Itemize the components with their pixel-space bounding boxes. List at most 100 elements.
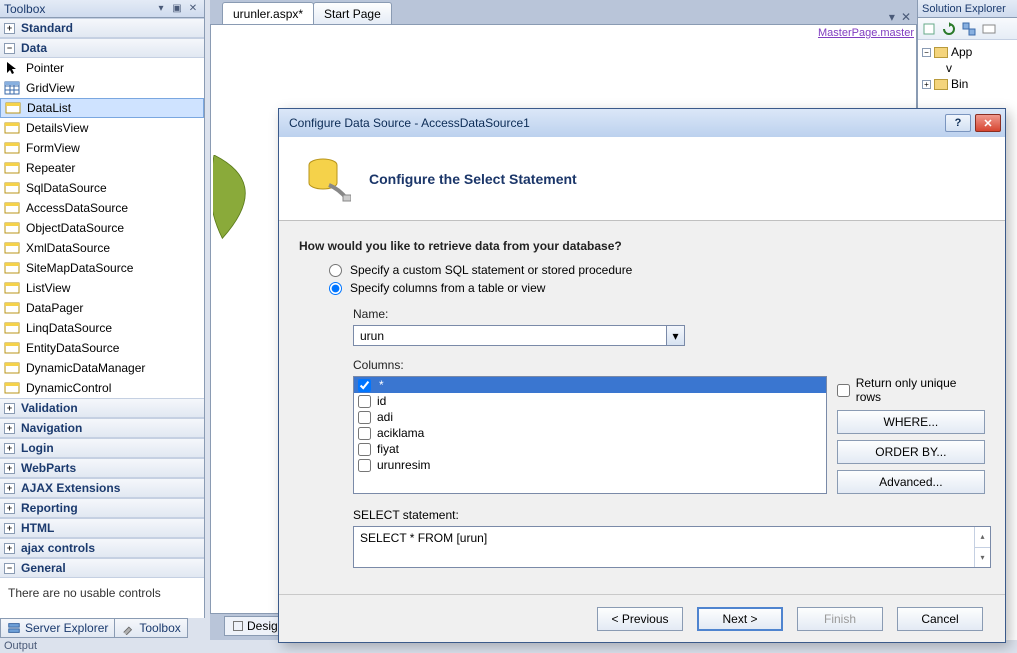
tab-close-icon[interactable]: ✕ — [901, 10, 911, 24]
group-ajaxcontrols[interactable]: +ajax controls — [0, 538, 204, 558]
tool-objectdatasource[interactable]: ObjectDataSource — [0, 218, 204, 238]
column-id[interactable]: id — [354, 393, 826, 409]
plus-icon: + — [4, 403, 15, 414]
down-icon[interactable]: ▾ — [975, 548, 990, 568]
group-webparts[interactable]: +WebParts — [0, 458, 204, 478]
plus-icon: + — [4, 23, 15, 34]
group-validation[interactable]: +Validation — [0, 398, 204, 418]
refresh-icon[interactable] — [940, 20, 958, 38]
tool-accessdatasource[interactable]: AccessDataSource — [0, 198, 204, 218]
properties-icon[interactable] — [920, 20, 938, 38]
tab-urunler[interactable]: urunler.aspx* — [222, 2, 314, 24]
plus-icon: + — [4, 543, 15, 554]
tool-sitemapdatasource[interactable]: SiteMapDataSource — [0, 258, 204, 278]
tree-node-v[interactable]: v — [920, 60, 1015, 76]
tool-detailsview[interactable]: DetailsView — [0, 118, 204, 138]
tool-gridview[interactable]: GridView — [0, 78, 204, 98]
entitydatasource-icon — [4, 340, 20, 356]
tool-datapager[interactable]: DataPager — [0, 298, 204, 318]
tool-label: GridView — [26, 81, 74, 95]
chevron-down-icon[interactable]: ▾ — [666, 326, 684, 345]
dialog-body: How would you like to retrieve data from… — [279, 221, 1005, 568]
plus-icon: + — [922, 80, 931, 89]
radio-table-columns[interactable]: Specify columns from a table or view — [329, 281, 985, 295]
columns-listbox[interactable]: *idadiaciklamafiyaturunresim — [353, 376, 827, 494]
column-fiyat[interactable]: fiyat — [354, 441, 826, 457]
tool-xmldatasource[interactable]: XmlDataSource — [0, 238, 204, 258]
next-button[interactable]: Next > — [697, 607, 783, 631]
tab-startpage[interactable]: Start Page — [313, 2, 392, 24]
pointer-icon — [4, 60, 20, 76]
dialog-heading: Configure the Select Statement — [369, 171, 577, 187]
cancel-button[interactable]: Cancel — [897, 607, 983, 631]
name-dropdown[interactable]: urun▾ — [353, 325, 685, 346]
tool-listview[interactable]: ListView — [0, 278, 204, 298]
group-html[interactable]: +HTML — [0, 518, 204, 538]
tab-server-explorer[interactable]: Server Explorer — [0, 618, 115, 638]
previous-button[interactable]: < Previous — [597, 607, 683, 631]
view-icon[interactable] — [980, 20, 998, 38]
tool-label: Repeater — [26, 161, 75, 175]
tool-pointer[interactable]: Pointer — [0, 58, 204, 78]
column-urunresim[interactable]: urunresim — [354, 457, 826, 473]
accessdatasource-icon — [4, 200, 20, 216]
minus-icon: − — [922, 48, 931, 57]
tool-datalist[interactable]: DataList — [0, 98, 204, 118]
name-label: Name: — [353, 307, 985, 321]
tool-label: DataList — [27, 101, 71, 115]
tool-repeater[interactable]: Repeater — [0, 158, 204, 178]
group-standard[interactable]: +Standard — [0, 18, 204, 38]
server-icon — [7, 621, 21, 635]
unique-rows-checkbox[interactable]: Return only unique rows — [837, 376, 985, 404]
group-navigation[interactable]: +Navigation — [0, 418, 204, 438]
stmt-textbox[interactable]: SELECT * FROM [urun]▴▾ — [353, 526, 991, 568]
tool-label: EntityDataSource — [26, 341, 119, 355]
dialog-buttons: < Previous Next > Finish Cancel — [279, 594, 1005, 642]
close-button[interactable]: ✕ — [975, 114, 1001, 132]
toolbox-title: Toolbox — [4, 2, 45, 16]
folder-icon — [934, 47, 948, 58]
dropdown-icon[interactable]: ▾ — [154, 2, 168, 16]
group-general[interactable]: −General — [0, 558, 204, 578]
question-label: How would you like to retrieve data from… — [299, 239, 985, 253]
where-button[interactable]: WHERE... — [837, 410, 985, 434]
tool-entitydatasource[interactable]: EntityDataSource — [0, 338, 204, 358]
tool-label: SqlDataSource — [26, 181, 107, 195]
tool-dynamicdatamanager[interactable]: DynamicDataManager — [0, 358, 204, 378]
tool-label: LinqDataSource — [26, 321, 112, 335]
tab-toolbox[interactable]: Toolbox — [114, 618, 187, 638]
minus-icon: − — [4, 43, 15, 54]
tool-label: FormView — [26, 141, 80, 155]
doc-tabs: urunler.aspx* Start Page ▾ ✕ — [210, 0, 917, 24]
tree-node-bin[interactable]: +Bin — [920, 76, 1015, 92]
tree-node-app[interactable]: −App — [920, 44, 1015, 60]
master-page-link[interactable]: MasterPage.master — [818, 27, 914, 39]
dialog-titlebar[interactable]: Configure Data Source - AccessDataSource… — [279, 109, 1005, 137]
close-icon[interactable]: ✕ — [186, 2, 200, 16]
datalist-icon — [5, 100, 21, 116]
nest-icon[interactable] — [960, 20, 978, 38]
plus-icon: + — [4, 483, 15, 494]
column-aciklama[interactable]: aciklama — [354, 425, 826, 441]
tool-sqldatasource[interactable]: SqlDataSource — [0, 178, 204, 198]
group-reporting[interactable]: +Reporting — [0, 498, 204, 518]
orderby-button[interactable]: ORDER BY... — [837, 440, 985, 464]
group-login[interactable]: +Login — [0, 438, 204, 458]
group-data[interactable]: −Data — [0, 38, 204, 58]
plus-icon: + — [4, 423, 15, 434]
pin-icon[interactable]: ▣ — [170, 2, 184, 16]
output-label: Output — [4, 640, 37, 652]
tool-dynamiccontrol[interactable]: DynamicControl — [0, 378, 204, 398]
group-ajax[interactable]: +AJAX Extensions — [0, 478, 204, 498]
help-button[interactable]: ? — [945, 114, 971, 132]
up-icon[interactable]: ▴ — [975, 527, 990, 548]
radio-custom-sql[interactable]: Specify a custom SQL statement or stored… — [329, 263, 985, 277]
column-adi[interactable]: adi — [354, 409, 826, 425]
solution-explorer-header: Solution Explorer — [918, 0, 1017, 18]
column-all[interactable]: * — [354, 377, 826, 393]
tool-formview[interactable]: FormView — [0, 138, 204, 158]
tab-dropdown-icon[interactable]: ▾ — [889, 10, 895, 24]
advanced-button[interactable]: Advanced... — [837, 470, 985, 494]
tool-linqdatasource[interactable]: LinqDataSource — [0, 318, 204, 338]
tool-label: AccessDataSource — [26, 201, 128, 215]
